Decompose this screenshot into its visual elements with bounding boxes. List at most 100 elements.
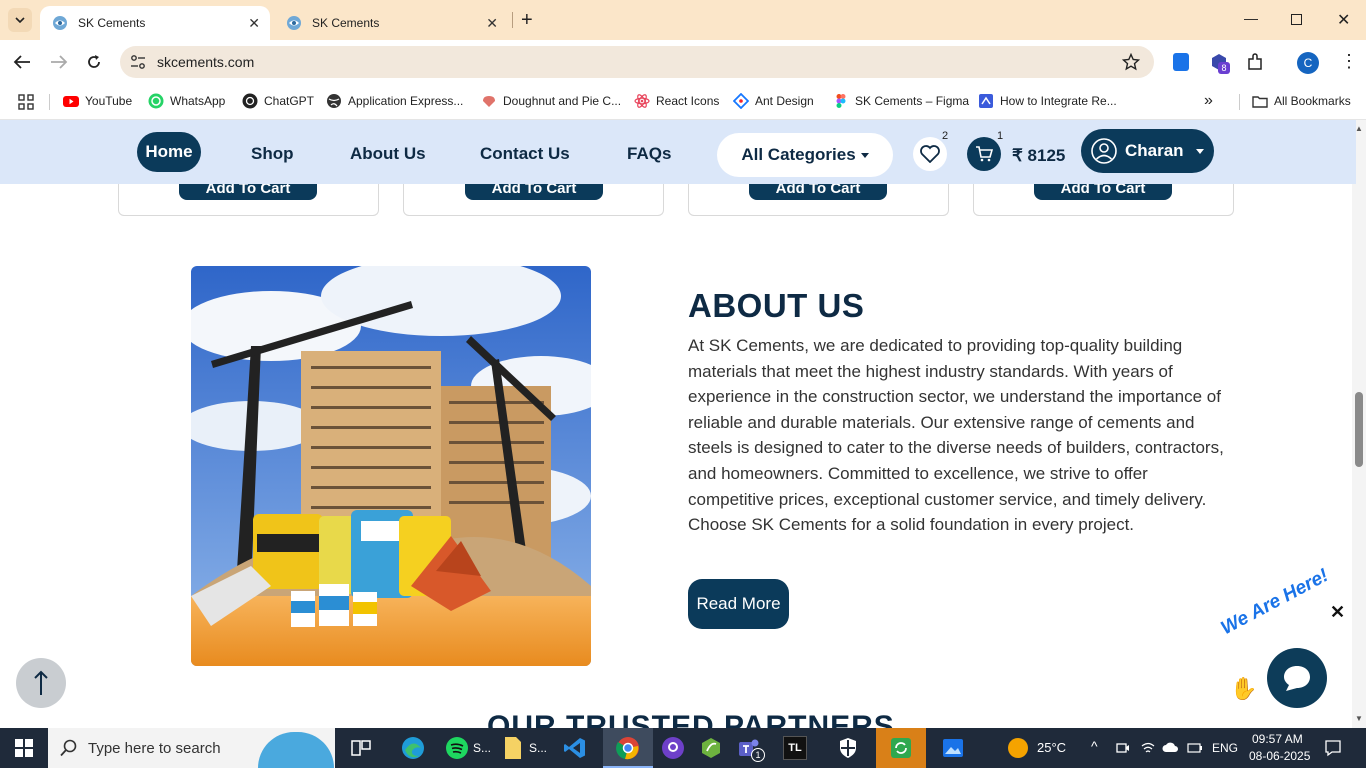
notifications-icon[interactable] [1324, 739, 1342, 757]
browser-menu-icon[interactable]: ⋮ [1340, 52, 1358, 70]
spotify-taskbar-app[interactable]: S... [445, 736, 491, 760]
address-bar[interactable]: skcements.com [120, 46, 1154, 78]
weather-temp: 25°C [1037, 740, 1067, 755]
bookmark-label: SK Cements – Figma [855, 94, 970, 108]
bookmarks-divider [49, 94, 50, 110]
chatgpt-icon [242, 93, 258, 109]
cart-button[interactable] [967, 137, 1001, 171]
extension-docs-icon[interactable] [1173, 53, 1189, 71]
chat-close-icon[interactable]: ✕ [1330, 602, 1345, 623]
back-arrow-icon[interactable] [13, 54, 31, 70]
spotify-icon [446, 737, 468, 759]
scrollbar-thumb[interactable] [1355, 392, 1363, 467]
forward-arrow-icon[interactable] [50, 54, 68, 70]
profile-avatar[interactable]: C [1297, 52, 1319, 74]
language-indicator[interactable]: ENG [1212, 741, 1238, 755]
spring-tools-icon[interactable] [699, 736, 723, 760]
nav-shop[interactable]: Shop [251, 144, 294, 164]
clock-date[interactable]: 08-06-2025 [1249, 749, 1310, 763]
sync-icon [891, 738, 911, 758]
browser-tab-strip: SK Cements ✕ SK Cements ✕ + — ✕ [0, 0, 1366, 40]
bookmark-react-icons[interactable]: React Icons [634, 93, 719, 109]
reload-icon[interactable] [86, 54, 102, 70]
tray-chevron-up-icon[interactable]: ^ [1091, 738, 1098, 754]
nav-about-us[interactable]: About Us [350, 144, 426, 164]
bookmark-label: WhatsApp [170, 94, 226, 108]
security-shield-icon[interactable] [836, 736, 860, 760]
teams-taskbar-app[interactable]: 1 [737, 736, 765, 762]
search-icon [60, 739, 77, 757]
read-more-button[interactable]: Read More [688, 579, 789, 629]
chevron-down-icon [15, 17, 25, 23]
site-info-icon[interactable] [130, 54, 146, 70]
restore-icon[interactable] [1291, 14, 1302, 25]
bookmark-application-express[interactable]: Application Express... [326, 93, 463, 109]
minimize-icon[interactable]: — [1244, 10, 1258, 26]
vscode-icon[interactable] [563, 736, 587, 760]
bookmark-sk-cements-figma[interactable]: SK Cements – Figma [833, 93, 969, 109]
task-view-icon[interactable] [349, 736, 373, 760]
windows-start-icon[interactable] [15, 739, 33, 757]
arrow-up-icon [34, 670, 48, 695]
close-window-icon[interactable]: ✕ [1337, 10, 1350, 30]
bookmarks-divider [1239, 94, 1240, 110]
search-placeholder: Type here to search [88, 739, 221, 757]
wifi-icon[interactable] [1141, 741, 1155, 755]
chrome-taskbar-app-active[interactable] [603, 728, 653, 768]
onedrive-cloud-icon[interactable] [1162, 741, 1178, 753]
bookmark-chatgpt[interactable]: ChatGPT [242, 93, 314, 109]
tlauncher-icon[interactable]: TL [783, 736, 807, 760]
bookmark-label: React Icons [656, 94, 720, 108]
bookmark-label: YouTube [85, 94, 133, 108]
more-bookmarks-icon[interactable]: » [1204, 92, 1213, 110]
bookmark-star-icon[interactable] [1122, 53, 1140, 71]
all-categories-dropdown[interactable]: All Categories [717, 133, 893, 177]
file-explorer-taskbar-app[interactable]: S... [503, 736, 547, 760]
close-tab-icon[interactable]: ✕ [486, 15, 498, 32]
bookmark-how-to-integrate[interactable]: How to Integrate Re... [978, 93, 1117, 109]
chat-tagline: We Are Here! [1217, 565, 1332, 640]
waving-hand-icon: ✋ [1230, 676, 1258, 701]
scroll-to-top-button[interactable] [16, 658, 66, 708]
bookmark-doughnut-pie[interactable]: Doughnut and Pie C... [481, 93, 621, 109]
github-icon[interactable] [661, 736, 685, 760]
user-menu-button[interactable]: Charan [1081, 129, 1214, 173]
tab-sk-cements[interactable]: SK Cements ✕ [274, 6, 508, 40]
edge-browser-icon[interactable] [401, 736, 425, 760]
url-text: skcements.com [157, 54, 255, 70]
meet-now-icon[interactable] [1116, 741, 1130, 755]
sync-taskbar-app[interactable] [876, 728, 926, 768]
nav-faqs[interactable]: FAQs [627, 144, 671, 164]
spotify-label: S... [473, 741, 492, 755]
new-tab-icon[interactable]: + [521, 9, 533, 32]
folder-icon [1252, 96, 1268, 108]
close-tab-icon[interactable]: ✕ [248, 15, 260, 32]
heart-icon [920, 145, 940, 163]
wishlist-button[interactable] [913, 137, 947, 171]
tab-sk-cements-active[interactable]: SK Cements ✕ [40, 6, 270, 40]
ant-design-icon [733, 93, 749, 109]
cart-count: 1 [997, 130, 1004, 142]
bookmark-ant-design[interactable]: Ant Design [733, 93, 814, 109]
wishlist-count: 2 [942, 130, 949, 142]
extension-badge-icon[interactable]: 8 [1210, 53, 1230, 74]
taskbar-search-box[interactable]: Type here to search [48, 728, 335, 768]
chat-launcher-button[interactable] [1267, 648, 1327, 708]
apps-grid-icon[interactable] [18, 94, 34, 110]
tab-search-button[interactable] [8, 8, 32, 32]
photos-icon[interactable] [941, 736, 965, 760]
extensions-puzzle-icon[interactable] [1246, 53, 1264, 71]
bookmark-label: Ant Design [755, 94, 814, 108]
tab-title: SK Cements [312, 16, 380, 30]
nav-contact-us[interactable]: Contact Us [480, 144, 570, 164]
weather-sun-icon[interactable] [1008, 738, 1028, 758]
battery-icon[interactable] [1187, 741, 1203, 755]
youtube-icon [63, 96, 79, 107]
bookmark-youtube[interactable]: YouTube [63, 93, 132, 109]
bookmark-whatsapp[interactable]: WhatsApp [148, 93, 225, 109]
clock-time[interactable]: 09:57 AM [1252, 732, 1303, 746]
nav-home[interactable]: Home [137, 132, 201, 172]
tab-divider [512, 12, 513, 28]
page-scrollbar[interactable]: ▲ ▼ [1352, 120, 1366, 728]
all-bookmarks-folder[interactable]: All Bookmarks [1252, 93, 1351, 109]
